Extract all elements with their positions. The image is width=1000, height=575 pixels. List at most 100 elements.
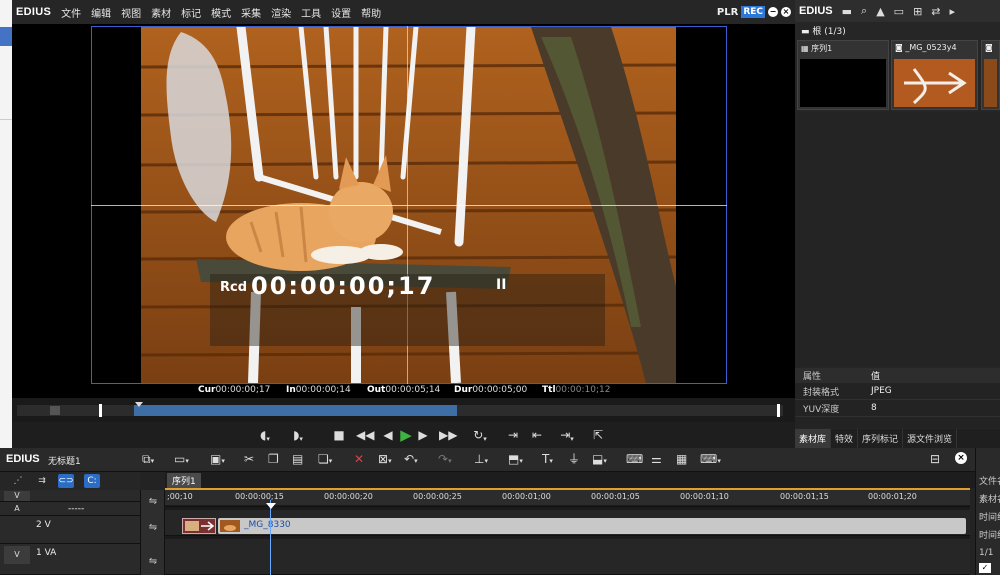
bin-clip-sequence[interactable]: ▦ 序列1 (797, 40, 889, 110)
cut-icon[interactable]: ✂ (244, 452, 254, 467)
lane-1va[interactable] (165, 539, 970, 575)
ripple-icon[interactable]: ⇉ (34, 474, 50, 488)
menu-file[interactable]: 文件 (61, 5, 81, 20)
menu-edit[interactable]: 编辑 (91, 5, 111, 20)
tab-bin[interactable]: 素材库 (795, 429, 832, 448)
plr-toggle[interactable]: PLR (717, 7, 738, 18)
overwrite-button[interactable]: ⇤ (529, 427, 545, 444)
track-header-source-v[interactable]: V (0, 490, 140, 502)
play-button[interactable]: ▶ (397, 427, 415, 444)
add-cut-icon[interactable]: ⊥▾ (474, 452, 488, 469)
step-forward-button[interactable]: ▶ (418, 427, 428, 444)
timeline-close-icon[interactable]: × (955, 452, 967, 464)
mixer-icon[interactable]: ⚌ (651, 452, 662, 467)
track-header-source-a[interactable]: A ----- (0, 502, 140, 516)
menu-tools[interactable]: 工具 (301, 5, 321, 20)
paste-mode-icon[interactable]: ❏▾ (318, 452, 332, 469)
set-out-button[interactable]: ◗▾ (288, 427, 308, 444)
lane-2v[interactable]: _MG_8330 (165, 510, 970, 536)
keyboard-options-icon[interactable]: ⌨▾ (700, 452, 721, 469)
timeline-playhead[interactable] (270, 500, 271, 575)
menu-settings[interactable]: 设置 (331, 5, 351, 20)
transition-clip[interactable] (182, 518, 216, 534)
playhead-handle[interactable] (266, 503, 276, 509)
undo-icon[interactable]: ↶▾ (404, 452, 418, 469)
side-label: 素材名 (979, 495, 1000, 505)
delete-icon[interactable]: ✕ (354, 452, 364, 467)
menu-render[interactable]: 渲染 (271, 5, 291, 20)
set-in-button[interactable]: ◖▾ (255, 427, 275, 444)
fast-forward-button[interactable]: ▶▶ (439, 427, 457, 444)
snap-icon[interactable]: C: (84, 474, 100, 488)
patch-icon[interactable]: ⇋ (146, 556, 160, 567)
ripple-delete-icon[interactable]: ⊠▾ (378, 452, 392, 469)
patch-icon[interactable]: ⇋ (146, 522, 160, 533)
step-back-button[interactable]: ◀ (383, 427, 393, 444)
bin-empty-area[interactable] (795, 112, 1000, 367)
save-icon[interactable]: ▣▾ (210, 452, 225, 469)
folder-icon[interactable]: ▬ (842, 5, 852, 18)
menu-clip[interactable]: 素材 (151, 5, 171, 20)
menu-help[interactable]: 帮助 (361, 5, 381, 20)
track-header-2v[interactable]: 2 V (0, 516, 140, 544)
side-label: 时间线 (979, 531, 1000, 541)
recorder-preview[interactable]: Rcd 00:00:00;17 II (12, 24, 795, 384)
more-icon[interactable]: ▸ (950, 5, 956, 18)
tab-sequence-1[interactable]: 序列1 (167, 473, 201, 488)
menu-mode[interactable]: 模式 (211, 5, 231, 20)
bin-clip-image[interactable]: ◙ _MG_0523y4 (891, 40, 978, 110)
up-icon[interactable]: ▲ (876, 5, 884, 18)
menu-view[interactable]: 视图 (121, 5, 141, 20)
timeline-settings-icon[interactable]: ⊟ (930, 452, 940, 467)
menu-capture[interactable]: 采集 (241, 5, 261, 20)
loop-button[interactable]: ↻▾ (467, 427, 493, 444)
overwrite-options-button[interactable]: ⇥▾ (555, 427, 579, 444)
export-button[interactable]: ⇱ (590, 427, 606, 444)
redo-icon[interactable]: ↷▾ (438, 452, 452, 469)
open-folder-icon[interactable]: ▭ (894, 5, 904, 18)
scrub-bar[interactable] (12, 398, 795, 422)
insert-button[interactable]: ⇥ (505, 427, 521, 444)
new-clip-icon[interactable]: ⊞ (913, 5, 922, 18)
out-point-marker[interactable] (777, 404, 780, 417)
track-mode-icon[interactable]: ⋰ (10, 474, 26, 488)
folder-icon-small: ▬ (801, 27, 813, 37)
copy-icon[interactable]: ❐ (268, 452, 279, 467)
checkbox-icon[interactable]: ✓ (979, 563, 991, 573)
track-header-1va[interactable]: V 1 VA (0, 544, 140, 575)
mode-icon[interactable]: ⧉▾ (142, 452, 154, 469)
stop-button[interactable]: ■ (332, 427, 346, 444)
timeline-tracks[interactable]: _MG_8330 (165, 505, 970, 575)
rec-toggle[interactable]: REC (741, 6, 765, 18)
tab-sequence-markers[interactable]: 序列标记 (858, 429, 904, 448)
menu-marker[interactable]: 标记 (181, 5, 201, 20)
rewind-button[interactable]: ◀◀ (356, 427, 374, 444)
tab-source-browser[interactable]: 源文件浏览 (903, 429, 958, 448)
title-icon[interactable]: T▾ (542, 452, 553, 469)
properties-panel: 属性 值 封装格式 JPEG YUV深度 8 (795, 368, 1000, 428)
sync-lock-icon[interactable]: ⊂⊃ (58, 474, 74, 488)
sync-icon[interactable]: ⇄ (931, 5, 940, 18)
close-icon[interactable]: × (781, 7, 791, 17)
effects-icon[interactable]: ⬒▾ (508, 452, 523, 469)
scrub-playhead[interactable] (135, 402, 143, 407)
open-project-icon[interactable]: ▭▾ (174, 452, 189, 469)
bin-logo: EDIUS (799, 5, 833, 17)
timeline-clip[interactable]: _MG_8330 (218, 518, 966, 534)
in-point-marker[interactable] (99, 404, 102, 417)
render-icon[interactable]: ⬓▾ (592, 452, 607, 469)
minimize-icon[interactable]: − (768, 7, 778, 17)
ruler-label: ;00;10 (167, 492, 193, 501)
layout-icon[interactable]: ▦ (676, 452, 687, 467)
clip-name: _MG_8330 (244, 520, 291, 530)
search-icon[interactable]: ⌕ (861, 4, 867, 18)
bin-clip-partial[interactable]: ◙ (981, 40, 1000, 110)
timeline-ruler[interactable]: ;00;10 00:00:00;15 00:00:00;20 00:00:00;… (165, 488, 970, 505)
patch-icon[interactable]: ⇋ (146, 496, 160, 507)
keyboard-icon[interactable]: ⌨ (626, 452, 643, 467)
folder-path[interactable]: ▬ 根 (1/3) (795, 22, 1000, 39)
tab-effects[interactable]: 特效 (831, 429, 859, 448)
scrub-zoom-handle[interactable] (50, 406, 60, 415)
paste-icon[interactable]: ▤ (292, 452, 303, 467)
audio-icon[interactable]: ⏚ (568, 452, 580, 467)
